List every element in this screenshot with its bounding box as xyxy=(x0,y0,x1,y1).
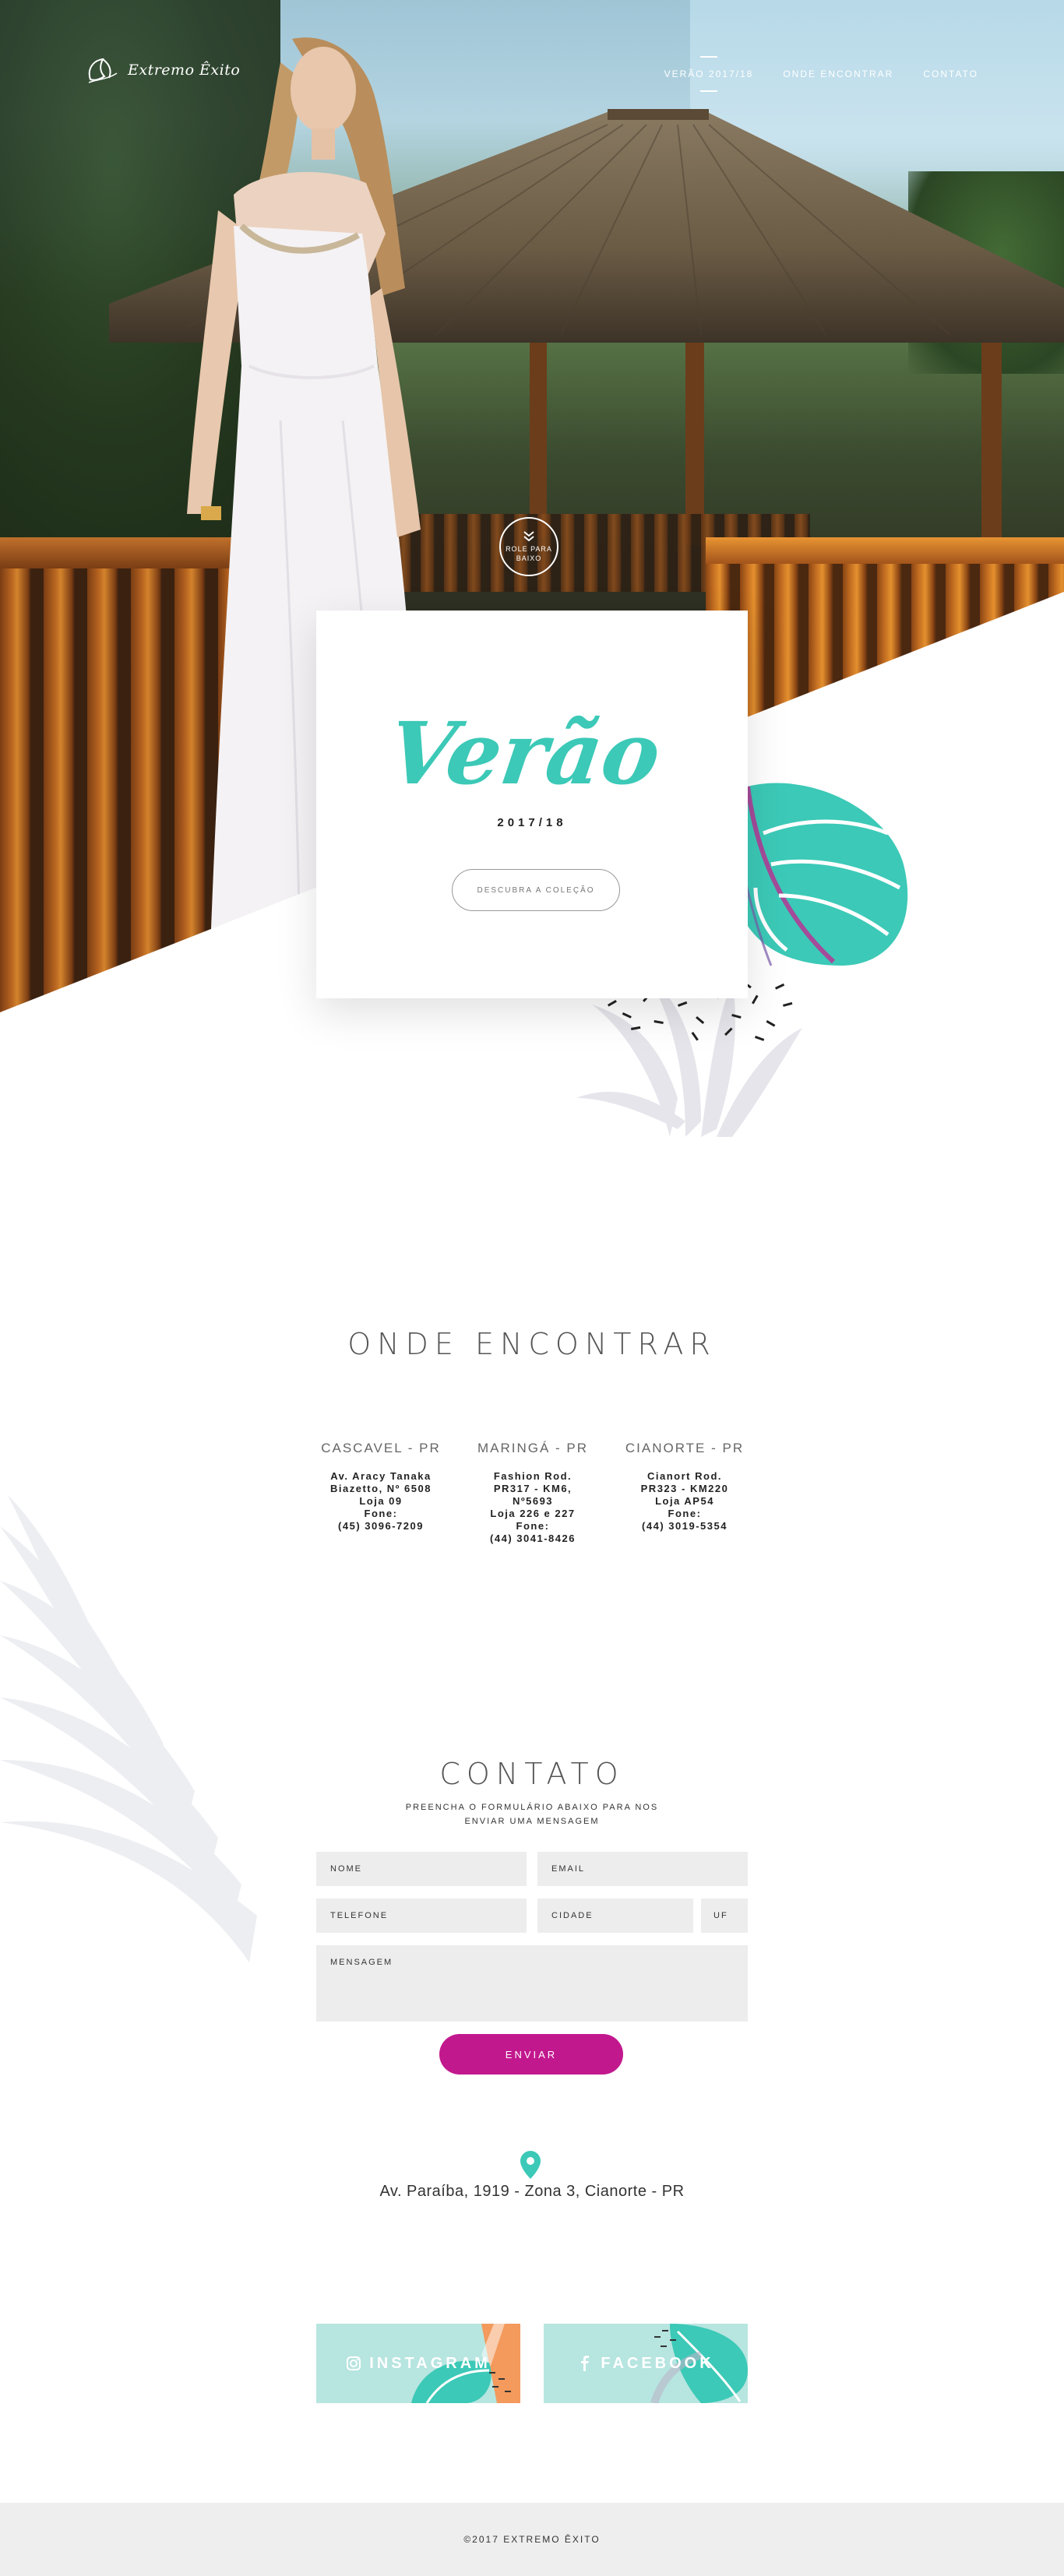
store-address-line: Fashion Rod. xyxy=(493,1470,573,1482)
facebook-label: FACEBOOK xyxy=(601,2354,714,2372)
double-chevron-down-icon xyxy=(523,530,534,541)
store-city: CASCAVEL - PR xyxy=(321,1441,441,1455)
store-card: CASCAVEL - PR Av. Aracy Tanaka Biazetto,… xyxy=(315,1441,447,1545)
stores-list: CASCAVEL - PR Av. Aracy Tanaka Biazetto,… xyxy=(315,1441,751,1545)
store-address: Av. Paraíba, 1919 - Zona 3, Cianorte - P… xyxy=(379,2183,685,2200)
store-phone[interactable]: (44) 3019-5354 xyxy=(618,1520,751,1533)
collection-title: Verão xyxy=(399,704,667,804)
nav-item-contato[interactable]: CONTATO xyxy=(923,64,978,84)
instagram-label: INSTAGRAM xyxy=(369,2354,491,2372)
map-pin-icon xyxy=(520,2151,541,2179)
facebook-label-wrap: FACEBOOK xyxy=(544,2324,748,2403)
message-field[interactable] xyxy=(316,1945,748,2022)
store-address-line: Loja AP54 xyxy=(655,1495,714,1507)
state-field[interactable] xyxy=(701,1899,748,1933)
contact-subtitle-line-2: ENVIAR UMA MENSAGEM xyxy=(464,1817,600,1826)
email-field[interactable] xyxy=(537,1852,748,1886)
main-nav: VERÃO 2017/18 ONDE ENCONTRAR CONTATO xyxy=(664,64,978,84)
contact-subtitle: PREENCHA O FORMULÁRIO ABAIXO PARA NOS EN… xyxy=(0,1800,1064,1828)
scroll-down-button[interactable]: ROLE PARA BAIXO xyxy=(499,517,558,576)
logo-leaf-icon xyxy=(88,58,118,83)
store-address-line: PR317 - KM6, xyxy=(493,1483,573,1494)
store-city: CIANORTE - PR xyxy=(625,1441,745,1455)
phone-field[interactable] xyxy=(316,1899,527,1933)
store-card: CIANORTE - PR Cianort Rod. PR323 - KM220… xyxy=(618,1441,751,1545)
facebook-link[interactable]: FACEBOOK xyxy=(544,2324,748,2403)
discover-collection-button[interactable]: DESCUBRA A COLEÇÃO xyxy=(452,869,620,911)
footer-copyright: ©2017 EXTREMO ÊXITO xyxy=(463,2534,601,2545)
facebook-icon xyxy=(581,2356,590,2371)
instagram-link[interactable]: INSTAGRAM xyxy=(316,2324,520,2403)
scroll-label-line-1: ROLE PARA xyxy=(506,544,552,553)
footer: ©2017 EXTREMO ÊXITO xyxy=(0,2503,1064,2576)
contact-subtitle-line-1: PREENCHA O FORMULÁRIO ABAIXO PARA NOS xyxy=(405,1803,659,1812)
store-address-line: PR323 - KM220 xyxy=(640,1483,729,1494)
store-card: MARINGÁ - PR Fashion Rod. PR317 - KM6, N… xyxy=(467,1441,599,1545)
brand-name: Extremo Êxito xyxy=(128,62,241,79)
store-phone-label: Fone: xyxy=(516,1520,550,1532)
palm-leaf-decoration xyxy=(0,1495,257,1962)
collection-card: Verão 2017/18 DESCUBRA A COLEÇÃO xyxy=(316,611,748,998)
collection-title-brush: Verão xyxy=(399,704,667,804)
contact-section-title: CONTATO xyxy=(439,1757,625,1791)
scroll-label-line-2: BAIXO xyxy=(516,554,542,562)
brand-logo[interactable]: Extremo Êxito xyxy=(86,55,257,86)
store-address-line: Nº5693 xyxy=(512,1495,554,1507)
stores-section-title: ONDE ENCONTRAR xyxy=(347,1327,717,1361)
name-field[interactable] xyxy=(316,1852,527,1886)
nav-item-onde-encontrar[interactable]: ONDE ENCONTRAR xyxy=(783,64,893,84)
store-phone[interactable]: (45) 3096-7209 xyxy=(315,1520,447,1533)
nav-item-verao[interactable]: VERÃO 2017/18 xyxy=(664,64,754,84)
store-address-line: Cianort Rod. xyxy=(647,1470,722,1482)
store-address-line: Biazetto, Nº 6508 xyxy=(330,1483,432,1494)
store-city: MARINGÁ - PR xyxy=(477,1441,589,1455)
store-phone[interactable]: (44) 3041-8426 xyxy=(467,1533,599,1545)
instagram-icon xyxy=(347,2356,361,2370)
city-field[interactable] xyxy=(537,1899,693,1933)
store-phone-label: Fone: xyxy=(668,1508,702,1519)
collection-year: 2017/18 xyxy=(497,816,567,829)
store-address-line: Av. Aracy Tanaka xyxy=(330,1470,432,1482)
store-address-line: Loja 09 xyxy=(359,1495,403,1507)
instagram-label-wrap: INSTAGRAM xyxy=(316,2324,520,2403)
store-phone-label: Fone: xyxy=(364,1508,398,1519)
send-button[interactable]: ENVIAR xyxy=(439,2034,623,2075)
store-address-line: Loja 226 e 227 xyxy=(490,1508,576,1519)
